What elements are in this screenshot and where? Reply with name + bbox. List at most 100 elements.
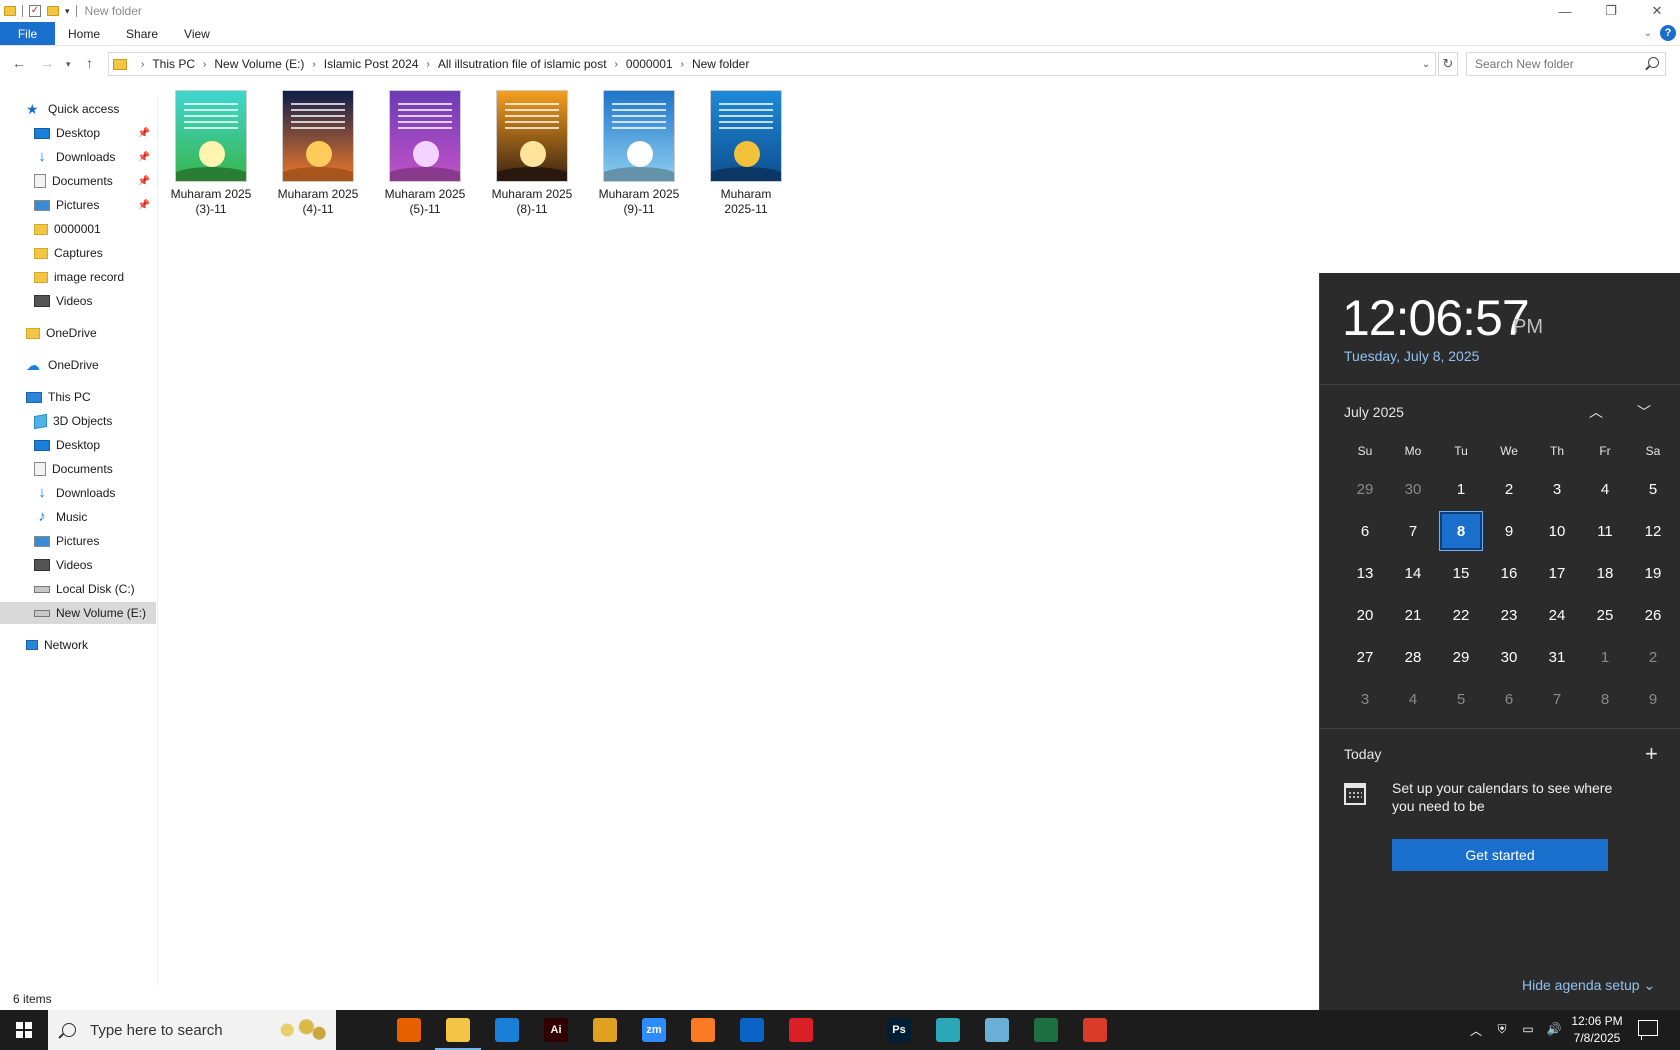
nav-quick-access[interactable]: ★ Quick access <box>0 98 156 120</box>
nav-onedrive-personal[interactable]: OneDrive <box>0 322 156 344</box>
restore-button[interactable]: ❐ <box>1588 0 1634 22</box>
breadcrumb-new-volume[interactable]: New Volume (E:) <box>214 57 304 71</box>
previous-month-chevron-up-icon[interactable]: ︿ <box>1582 398 1610 426</box>
nav-item-pc-downloads[interactable]: ↓ Downloads <box>0 482 156 504</box>
calendar-day[interactable]: 1 <box>1584 638 1626 676</box>
refresh-icon[interactable]: ↻ <box>1438 52 1458 76</box>
vscode-icon[interactable] <box>495 1018 519 1042</box>
breadcrumb-new-folder[interactable]: New folder <box>692 57 749 71</box>
notification-center-icon[interactable] <box>1638 1020 1658 1040</box>
address-bar[interactable]: › This PC › New Volume (E:) › Islamic Po… <box>108 52 1436 76</box>
close-button[interactable]: ✕ <box>1634 0 1680 22</box>
file-item[interactable]: Muharam 2025-11 <box>696 90 796 217</box>
calendar-day[interactable]: 3 <box>1536 470 1578 508</box>
chevron-right-icon[interactable]: › <box>312 59 315 70</box>
calendar-day[interactable]: 18 <box>1584 554 1626 592</box>
taskbar-clock[interactable]: 12:06 PM 7/8/2025 <box>1564 1013 1630 1047</box>
breadcrumb-islamic-post[interactable]: Islamic Post 2024 <box>324 57 419 71</box>
calendar-day[interactable]: 17 <box>1536 554 1578 592</box>
calendar-day[interactable]: 21 <box>1392 596 1434 634</box>
task-view-icon[interactable] <box>348 1018 372 1042</box>
nav-this-pc[interactable]: This PC <box>0 386 156 408</box>
pin-icon[interactable]: 📌 <box>138 152 150 163</box>
calendar-day[interactable]: 31 <box>1536 638 1578 676</box>
calendar-day[interactable]: 6 <box>1344 512 1386 550</box>
calendar-day[interactable]: 29 <box>1344 470 1386 508</box>
calendar-day[interactable]: 7 <box>1536 680 1578 718</box>
breadcrumb-illustration-files[interactable]: All illsutration file of islamic post <box>438 57 607 71</box>
search-icon[interactable] <box>1648 57 1659 68</box>
breadcrumb-this-pc[interactable]: This PC <box>152 57 195 71</box>
app-notepad-icon[interactable] <box>985 1018 1009 1042</box>
back-arrow-icon[interactable]: ← <box>12 55 26 71</box>
month-label[interactable]: July 2025 <box>1344 404 1404 420</box>
recent-locations-chevron-icon[interactable]: ▾ <box>66 59 71 70</box>
calendar-day[interactable]: 28 <box>1392 638 1434 676</box>
calendar-day[interactable]: 14 <box>1392 554 1434 592</box>
zoom-icon[interactable]: zm <box>642 1018 666 1042</box>
file-item[interactable]: Muharam 2025 (9)-11 <box>589 90 689 217</box>
calendar-day[interactable]: 11 <box>1584 512 1626 550</box>
xampp-icon[interactable] <box>691 1018 715 1042</box>
nav-item-pc-documents[interactable]: Documents <box>0 458 156 480</box>
nav-item-pc-desktop[interactable]: Desktop <box>0 434 156 456</box>
calendar-day[interactable]: 9 <box>1488 512 1530 550</box>
calendar-day[interactable]: 15 <box>1440 554 1482 592</box>
volume-icon[interactable]: 🔊 <box>1546 1022 1562 1039</box>
calendar-day[interactable]: 3 <box>1344 680 1386 718</box>
nav-onedrive[interactable]: ☁ OneDrive <box>0 354 156 376</box>
next-month-chevron-down-icon[interactable]: ﹀ <box>1630 398 1658 426</box>
file-item[interactable]: Muharam 2025 (4)-11 <box>268 90 368 217</box>
search-input[interactable] <box>1475 57 1645 71</box>
chevron-right-icon[interactable]: › <box>203 59 206 70</box>
search-box[interactable] <box>1466 52 1666 76</box>
get-started-button[interactable]: Get started <box>1392 839 1608 871</box>
nav-item-pictures[interactable]: Pictures 📌 <box>0 194 156 216</box>
nav-network[interactable]: Network <box>0 634 156 656</box>
file-item[interactable]: Muharam 2025 (5)-11 <box>375 90 475 217</box>
calendar-day[interactable]: 6 <box>1488 680 1530 718</box>
chevron-right-icon[interactable]: › <box>426 59 429 70</box>
creative-cloud-icon[interactable] <box>789 1018 813 1042</box>
calendar-day[interactable]: 4 <box>1584 470 1626 508</box>
pin-icon[interactable]: 📌 <box>138 200 150 211</box>
photoshop-icon[interactable]: Ps <box>887 1018 911 1042</box>
calendar-day[interactable]: 7 <box>1392 512 1434 550</box>
nav-item-image-record[interactable]: image record <box>0 266 156 288</box>
start-button[interactable] <box>0 1010 48 1050</box>
calendar-day[interactable]: 29 <box>1440 638 1482 676</box>
outlook-icon[interactable] <box>740 1018 764 1042</box>
breadcrumb-0000001[interactable]: 0000001 <box>626 57 673 71</box>
calendar-day[interactable]: 2 <box>1488 470 1530 508</box>
chevron-right-icon[interactable]: › <box>681 59 684 70</box>
app-diamond-icon[interactable] <box>936 1018 960 1042</box>
calendar-day[interactable]: 26 <box>1632 596 1674 634</box>
tab-file[interactable]: File <box>0 22 55 45</box>
nav-item-music[interactable]: ♪ Music <box>0 506 156 528</box>
calendar-day[interactable]: 5 <box>1440 680 1482 718</box>
nav-item-downloads[interactable]: ↓ Downloads 📌 <box>0 146 156 168</box>
add-event-plus-icon[interactable]: + <box>1645 741 1658 767</box>
tab-home[interactable]: Home <box>55 22 113 45</box>
calendar-day[interactable]: 25 <box>1584 596 1626 634</box>
calendar-day[interactable]: 13 <box>1344 554 1386 592</box>
nav-item-0000001[interactable]: 0000001 <box>0 218 156 240</box>
calendar-day[interactable]: 22 <box>1440 596 1482 634</box>
properties-icon[interactable]: ✓ <box>29 5 41 17</box>
calendar-day[interactable]: 30 <box>1392 470 1434 508</box>
calendar-day[interactable]: 5 <box>1632 470 1674 508</box>
nav-item-documents[interactable]: Documents 📌 <box>0 170 156 192</box>
forward-arrow-icon[interactable]: → <box>40 55 54 71</box>
file-item[interactable]: Muharam 2025 (3)-11 <box>161 90 261 217</box>
new-folder-icon[interactable] <box>47 6 59 16</box>
help-icon[interactable]: ? <box>1660 25 1676 41</box>
file-explorer-icon[interactable] <box>435 1018 481 1050</box>
nav-item-local-disk-c[interactable]: Local Disk (C:) <box>0 578 156 600</box>
nav-item-pc-videos[interactable]: Videos <box>0 554 156 576</box>
nav-item-new-volume-e[interactable]: New Volume (E:) <box>0 602 156 624</box>
calendar-day[interactable]: 1 <box>1440 470 1482 508</box>
calendar-day[interactable]: 10 <box>1536 512 1578 550</box>
calendar-day[interactable]: 23 <box>1488 596 1530 634</box>
calendar-day[interactable]: 24 <box>1536 596 1578 634</box>
illustrator-icon[interactable]: Ai <box>544 1018 568 1042</box>
